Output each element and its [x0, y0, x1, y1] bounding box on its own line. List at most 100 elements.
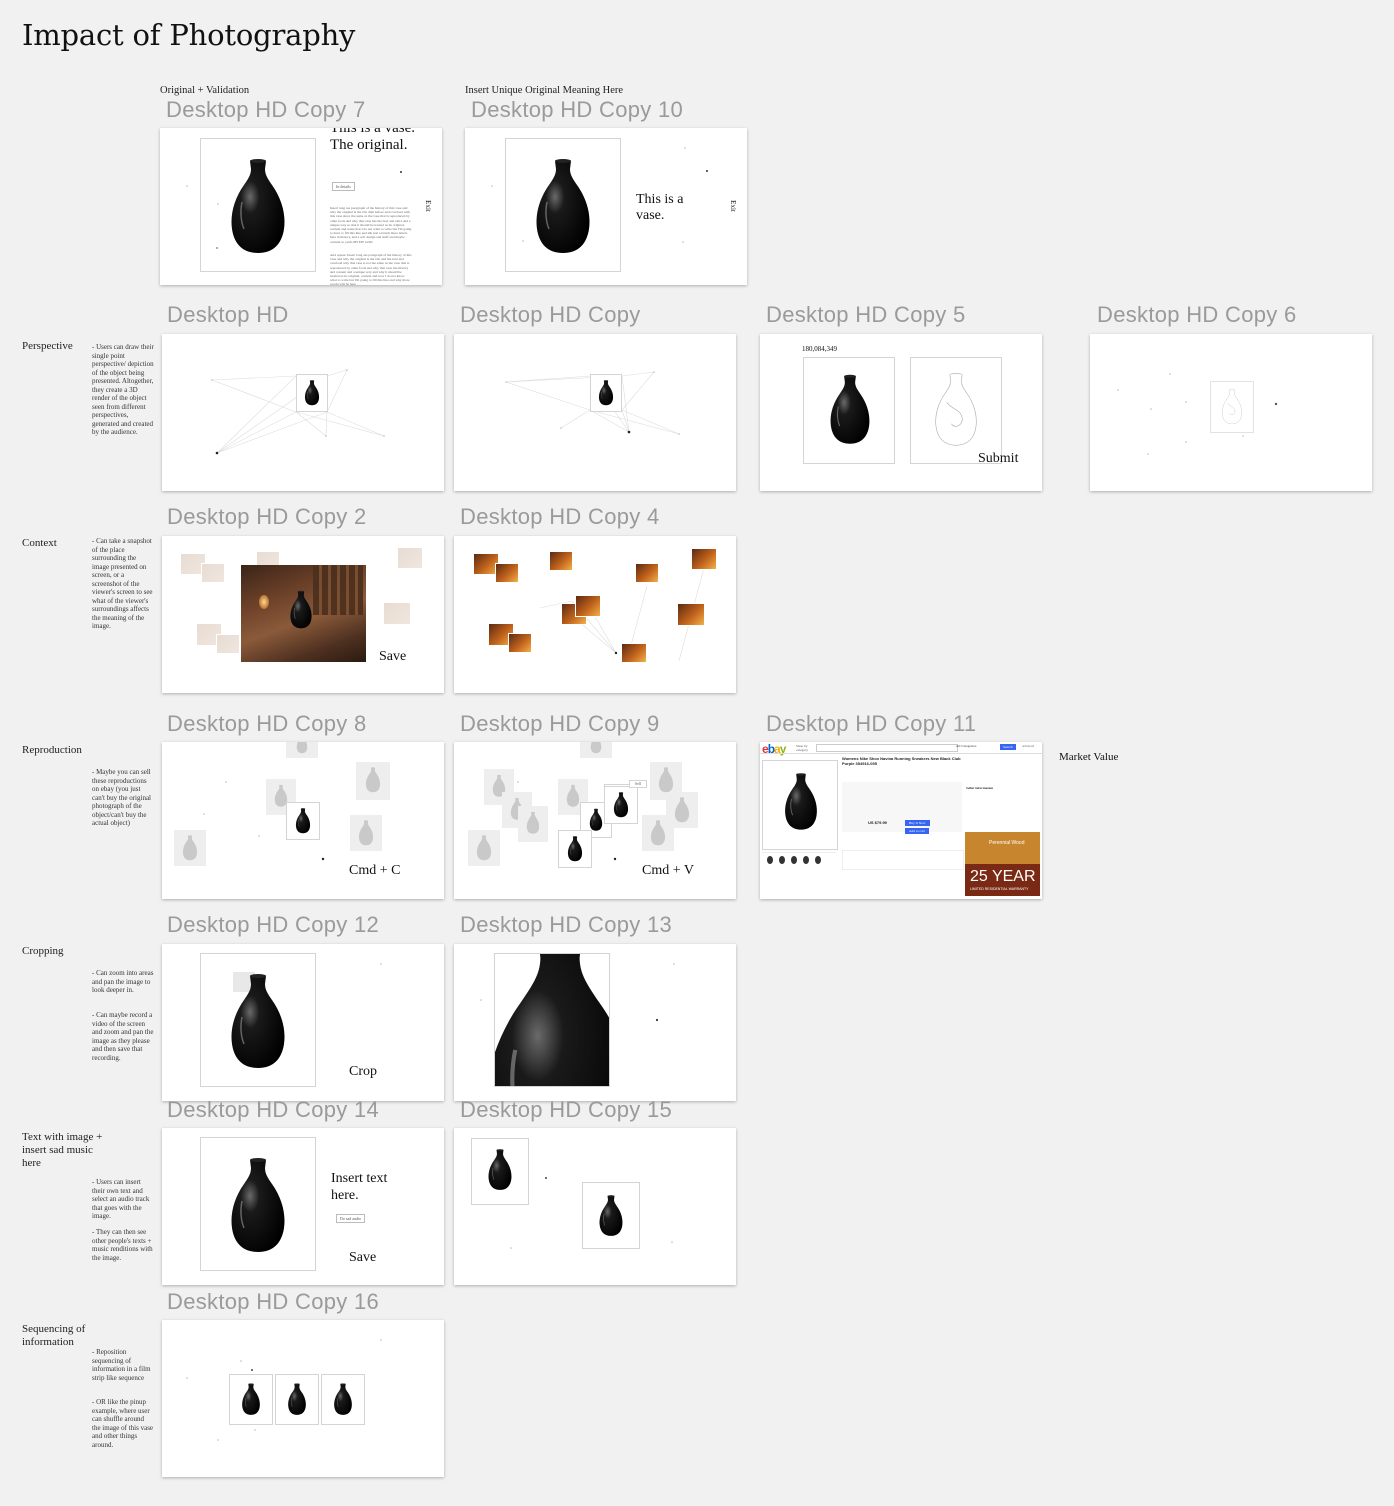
row-label-text-music: Text with image + insert sad music here: [22, 1131, 103, 1169]
row-label-cropping: Cropping: [22, 945, 64, 957]
frame-name-copy: Desktop HD Copy: [460, 302, 641, 327]
ebay-ad-years: 25 YEAR: [970, 868, 1036, 885]
frame-copy14[interactable]: Insert text here. Do sad audio Save: [162, 1128, 444, 1285]
frame-name-copy2: Desktop HD Copy 2: [167, 504, 367, 529]
save-button[interactable]: Save: [349, 1250, 376, 1266]
frame-copy2[interactable]: Save: [162, 536, 444, 693]
row-note-cropping-2: - Can maybe record a video of the screen…: [92, 1011, 154, 1062]
frame-copy16[interactable]: [162, 1320, 444, 1477]
frame-name-copy4: Desktop HD Copy 4: [460, 504, 660, 529]
frame-name-copy5: Desktop HD Copy 5: [766, 302, 966, 327]
context-photo: [576, 596, 600, 616]
vase-image: [228, 1156, 288, 1256]
frame-name-copy10: Desktop HD Copy 10: [471, 97, 684, 122]
frame-copy10[interactable]: This is a vase. Exit: [465, 128, 747, 285]
row-label-reproduction: Reproduction: [22, 744, 82, 756]
frame-copy[interactable]: [454, 334, 736, 491]
ebay-product-title: Womens Nike Shox Navina Running Sneakers…: [842, 756, 961, 766]
row-note-cropping-1: - Can zoom into areas and pan the image …: [92, 969, 154, 994]
frame-copy15[interactable]: [454, 1128, 736, 1285]
page-title: Impact of Photography: [22, 18, 356, 52]
copy-shortcut: Cmd + C: [349, 863, 401, 878]
frame-copy5[interactable]: 180,084,349 Submit: [760, 334, 1042, 491]
frame-copy8[interactable]: Cmd + C: [162, 742, 444, 899]
context-snapshot: [398, 548, 422, 568]
dots-decoration: [1117, 373, 1278, 455]
ebay-buy-now[interactable]: Buy It Now: [905, 820, 930, 826]
perspective-lines: [505, 371, 680, 435]
row-note-sequencing-1: - Reposition sequencing of information i…: [92, 1348, 151, 1382]
room-snapshot: [241, 565, 366, 662]
frame-name-copy6: Desktop HD Copy 6: [1097, 302, 1297, 327]
row-note-reproduction: - Maybe you can sell these reproductions…: [92, 768, 151, 827]
vase-image: [783, 771, 819, 833]
vase-image: [828, 372, 872, 448]
frame-copy9[interactable]: Sell Cmd + V: [454, 742, 736, 899]
ebay-advanced[interactable]: Advanced: [1022, 744, 1034, 748]
context-photo: [474, 554, 498, 574]
perspective-lines: [211, 369, 385, 455]
dots-decoration: [186, 1339, 382, 1441]
ebay-seller-info: Seller information: [966, 786, 994, 790]
row-note-sequencing-2: - OR like the pinup example, where user …: [92, 1398, 154, 1449]
row-note-perspective: - Users can draw their single point pers…: [92, 343, 154, 436]
context-snapshot: [202, 564, 224, 582]
paste-shortcut: Cmd + V: [642, 863, 694, 878]
context-photo: [496, 564, 518, 582]
dots-decoration: [186, 171, 402, 249]
context-snapshot: [384, 603, 410, 624]
label-unique-meaning: Insert Unique Original Meaning Here: [465, 85, 624, 96]
frame-copy12[interactable]: Crop: [162, 944, 444, 1101]
context-photo: [550, 552, 572, 570]
context-photo: [622, 644, 646, 662]
label-original-validation: Original + Validation: [160, 85, 250, 96]
dots-decoration: [510, 1177, 673, 1249]
save-button[interactable]: Save: [379, 649, 406, 665]
submit-button[interactable]: Submit: [978, 451, 1018, 467]
row-note-text-music-1: - Users can insert their own text and se…: [92, 1178, 150, 1220]
frame-copy4[interactable]: [454, 536, 736, 693]
frame-name-copy14: Desktop HD Copy 14: [167, 1097, 380, 1122]
dots-decoration: [380, 963, 382, 965]
ebay-ad-warranty: LIMITED RESIDENTIAL WARRANTY: [970, 887, 1029, 891]
context-photo: [636, 564, 658, 582]
frame-hd[interactable]: [162, 334, 444, 491]
ebay-ad-bottom: 25 YEAR LIMITED RESIDENTIAL WARRANTY: [965, 864, 1040, 896]
ebay-price: US $79.99: [868, 820, 887, 825]
ebay-listing: ebay Shop by category All Categories Sea…: [760, 742, 1042, 899]
frame-name-copy8: Desktop HD Copy 8: [167, 711, 367, 736]
dots-decoration: [203, 781, 325, 861]
vase-image-box: [590, 374, 622, 412]
audio-button[interactable]: Do sad audio: [336, 1214, 366, 1223]
ebay-add-to-cart[interactable]: Add to cart: [905, 828, 929, 834]
frame-copy11[interactable]: ebay Shop by category All Categories Sea…: [760, 742, 1042, 899]
frame-name-copy13: Desktop HD Copy 13: [460, 912, 673, 937]
ebay-search-button[interactable]: Search: [1000, 744, 1016, 750]
frame-name-copy15: Desktop HD Copy 15: [460, 1097, 673, 1122]
frame-name-copy7: Desktop HD Copy 7: [166, 97, 366, 122]
crop-button[interactable]: Crop: [349, 1064, 377, 1080]
drawing-canvas[interactable]: [910, 357, 1002, 464]
ebay-thumbnails: [762, 852, 836, 865]
vase-image-box: [200, 1137, 316, 1271]
text-input[interactable]: Insert text here.: [331, 1170, 411, 1204]
frame-copy6[interactable]: [1090, 334, 1372, 491]
ebay-product-image: [762, 760, 838, 850]
frame-name-hd: Desktop HD: [167, 302, 289, 327]
market-value-label: Market Value: [1059, 751, 1119, 763]
frame-name-copy12: Desktop HD Copy 12: [167, 912, 380, 937]
ebay-search-input[interactable]: [816, 744, 958, 752]
frame-copy7[interactable]: This is a vase. The original. In details…: [160, 128, 442, 285]
vase-sketch: [933, 370, 979, 450]
frame-name-copy9: Desktop HD Copy 9: [460, 711, 660, 736]
frame-copy13[interactable]: [454, 944, 736, 1101]
row-label-sequencing: Sequencing of information: [22, 1323, 86, 1348]
vase-image: [598, 379, 614, 407]
vase-image: [289, 589, 313, 631]
frame-name-copy11: Desktop HD Copy 11: [766, 711, 977, 736]
context-photo: [692, 549, 716, 569]
ebay-categories: All Categories: [956, 744, 977, 748]
perspective-count: 180,084,349: [802, 345, 837, 353]
context-photo: [509, 634, 531, 652]
row-note-text-music-2: - They can then see other people's texts…: [92, 1228, 153, 1262]
